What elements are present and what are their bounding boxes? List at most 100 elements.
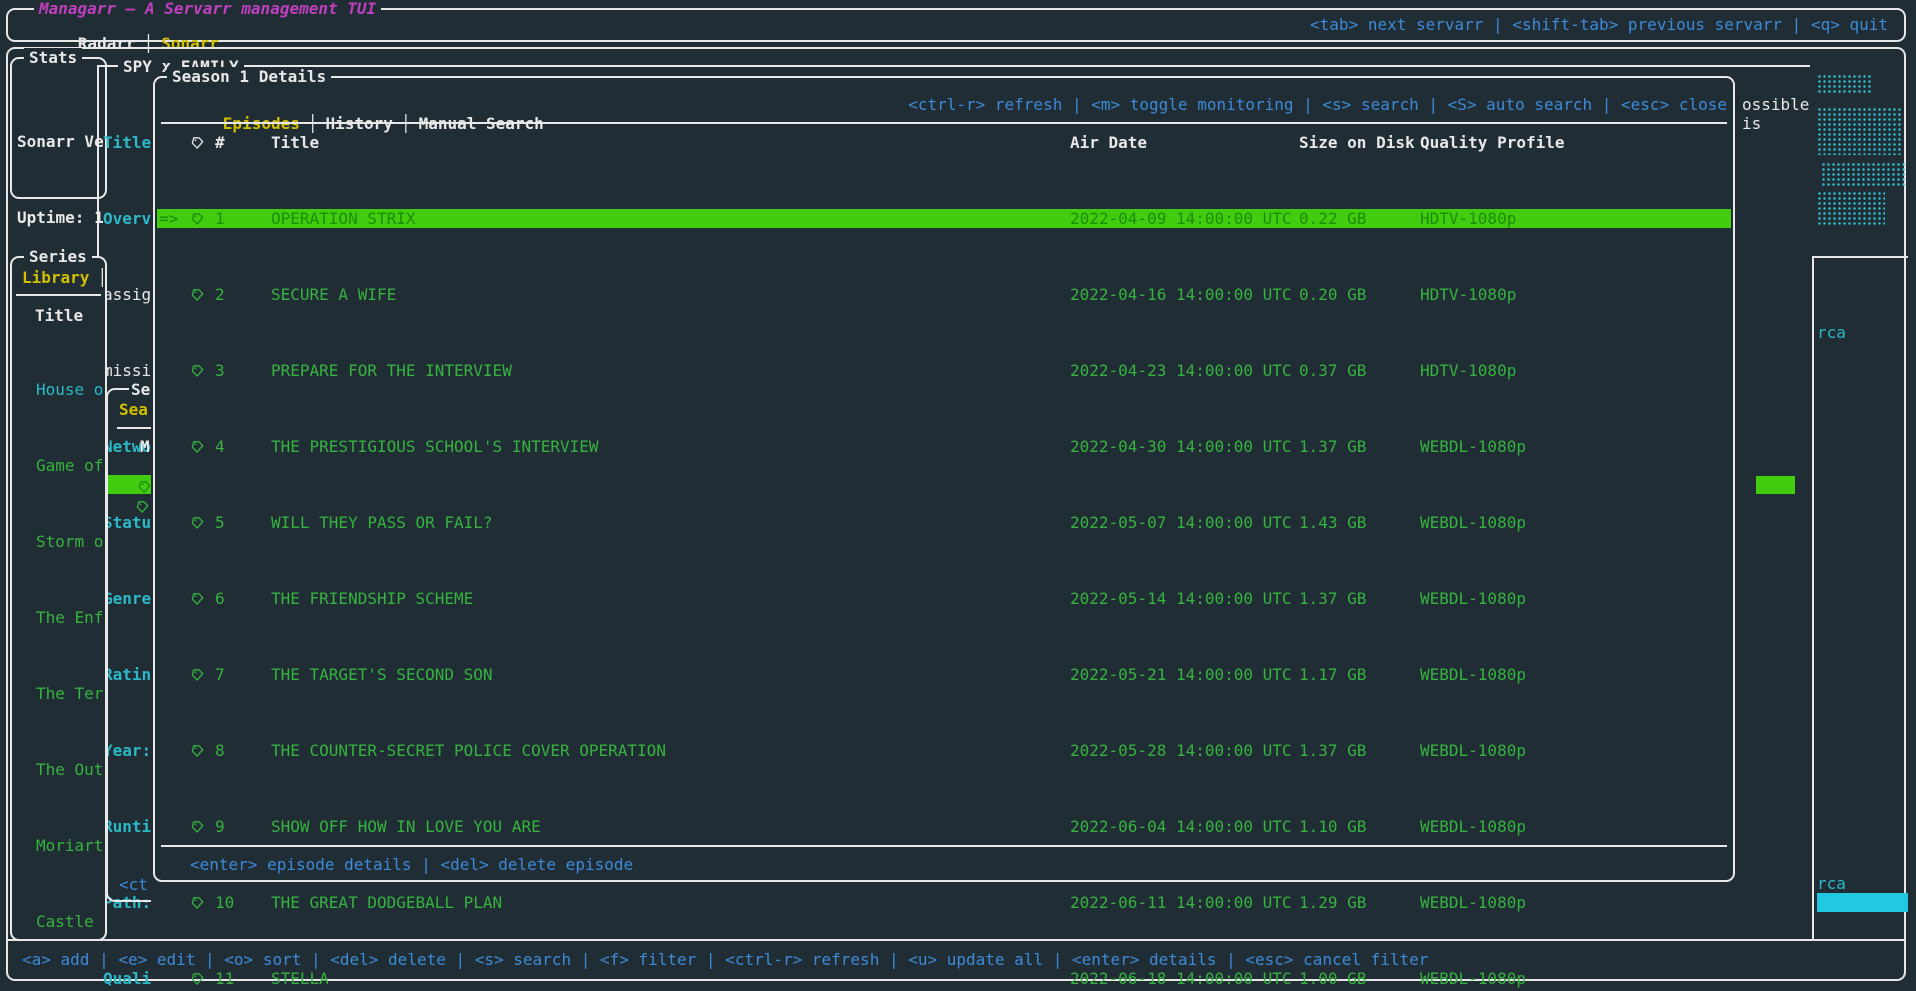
tag-icon: [179, 513, 215, 532]
episode-size: 0.22 GB: [1299, 209, 1420, 228]
episode-number: 6: [215, 589, 271, 608]
episode-air-date: 2022-05-07 14:00:00 UTC: [1070, 513, 1299, 532]
series-title: The Enf: [36, 608, 103, 627]
episode-quality: WEBDL-1080p: [1420, 437, 1731, 456]
episode-title: THE COUNTER-SECRET POLICE COVER OPERATIO…: [271, 741, 1070, 760]
episode-quality: WEBDL-1080p: [1420, 893, 1731, 912]
tag-icon: [179, 209, 215, 228]
series-list-item[interactable]: Castle: [12, 912, 104, 931]
tag-icon: [179, 817, 215, 836]
series-list-item[interactable]: The Enf: [12, 608, 104, 627]
episode-quality: WEBDL-1080p: [1420, 665, 1731, 684]
episode-air-date: 2022-06-11 14:00:00 UTC: [1070, 893, 1299, 912]
stats-panel: Stats Sonarr Ver Uptime: 17 Storage: Dis…: [10, 57, 107, 199]
poster-braille-art-block: [1817, 191, 1885, 227]
overview-text-fragment-1: ossible: [1742, 95, 1809, 114]
library-tab[interactable]: Library│: [22, 268, 115, 287]
episode-quality: WEBDL-1080p: [1420, 741, 1731, 760]
header-size: Size on Disk: [1299, 133, 1420, 152]
header-keybind-hints: <tab> next servarr | <shift-tab> previou…: [1310, 15, 1888, 34]
episode-quality: HDTV-1080p: [1420, 285, 1731, 304]
episode-size: 1.37 GB: [1299, 741, 1420, 760]
series-list-item[interactable]: Game of: [12, 456, 104, 475]
episode-title: THE PRESTIGIOUS SCHOOL'S INTERVIEW: [271, 437, 1070, 456]
header-title: Title: [271, 133, 1070, 152]
series-title: House o: [36, 380, 103, 399]
episode-air-date: 2022-06-18 14:00:00 UTC: [1070, 969, 1299, 988]
tag-icon: [136, 497, 149, 516]
tab-separator: │: [89, 268, 115, 287]
episode-number: 11: [215, 969, 271, 988]
episode-number: 3: [215, 361, 271, 380]
series-selection-highlight-fragment: [1817, 893, 1908, 912]
episode-number: 4: [215, 437, 271, 456]
episode-row[interactable]: 2 SECURE A WIFE 2022-04-16 14:00:00 UTC …: [157, 285, 1731, 304]
episode-row[interactable]: 11 STELLA 2022-06-18 14:00:00 UTC 1.00 G…: [157, 969, 1731, 988]
details-label: Quali: [103, 969, 152, 988]
series-panel-title: Series: [24, 247, 92, 266]
series-list-item[interactable]: House o: [12, 380, 104, 399]
episode-row[interactable]: 10 THE GREAT DODGEBALL PLAN 2022-06-11 1…: [157, 893, 1731, 912]
seasons-tab-fragment[interactable]: Sea: [119, 400, 148, 419]
episode-title: THE FRIENDSHIP SCHEME: [271, 589, 1070, 608]
episode-air-date: 2022-05-28 14:00:00 UTC: [1070, 741, 1299, 760]
series-list-item[interactable]: Moriart: [12, 836, 104, 855]
episode-row[interactable]: 5 WILL THEY PASS OR FAIL? 2022-05-07 14:…: [157, 513, 1731, 532]
managarr-terminal: Managarr — A Servarr management TUI Rada…: [0, 0, 1916, 991]
episode-title: SECURE A WIFE: [271, 285, 1070, 304]
episode-number: 9: [215, 817, 271, 836]
background-panel-border: [1812, 256, 1908, 258]
poster-braille-art-block: [1817, 107, 1901, 155]
series-title: The Ter: [36, 684, 103, 703]
episode-row[interactable]: 7 THE TARGET'S SECOND SON 2022-05-21 14:…: [157, 665, 1731, 684]
episode-title: PREPARE FOR THE INTERVIEW: [271, 361, 1070, 380]
tag-icon: [179, 361, 215, 380]
series-title: Storm o: [36, 532, 103, 551]
seasons-panel-border: [106, 388, 151, 902]
header-box: Managarr — A Servarr management TUI Rada…: [6, 8, 1906, 42]
header-number: #: [215, 133, 271, 152]
header-air-date: Air Date: [1070, 133, 1299, 152]
episode-table-header: # Title Air Date Size on Disk Quality Pr…: [157, 133, 1731, 152]
episode-size: 1.43 GB: [1299, 513, 1420, 532]
details-label: Overv: [103, 209, 152, 228]
details-label: missi: [103, 361, 152, 380]
episode-row[interactable]: 4 THE PRESTIGIOUS SCHOOL'S INTERVIEW 202…: [157, 437, 1731, 456]
tag-icon: [138, 477, 151, 494]
episode-number: 2: [215, 285, 271, 304]
popup-footer-keybind-hints: <enter> episode details | <del> delete e…: [190, 855, 633, 874]
tag-icon: [179, 437, 215, 456]
tag-icon: [179, 285, 215, 304]
series-list-item[interactable]: The Out: [12, 760, 104, 779]
selected-season-row-fragment[interactable]: =>: [108, 475, 151, 494]
episode-size: 1.37 GB: [1299, 437, 1420, 456]
episode-air-date: 2022-04-09 14:00:00 UTC: [1070, 209, 1299, 228]
selection-marker: [15, 532, 36, 551]
episode-row[interactable]: 6 THE FRIENDSHIP SCHEME 2022-05-14 14:00…: [157, 589, 1731, 608]
episode-air-date: 2022-06-04 14:00:00 UTC: [1070, 817, 1299, 836]
episode-row[interactable]: 8 THE COUNTER-SECRET POLICE COVER OPERAT…: [157, 741, 1731, 760]
episode-air-date: 2022-05-21 14:00:00 UTC: [1070, 665, 1299, 684]
selection-marker: =>: [157, 209, 179, 228]
selection-marker: [15, 912, 36, 931]
season-selection-highlight-fragment: [1756, 476, 1795, 494]
episode-air-date: 2022-05-14 14:00:00 UTC: [1070, 589, 1299, 608]
series-title: The Out: [36, 760, 103, 779]
episode-quality: WEBDL-1080p: [1420, 513, 1731, 532]
poster-braille-art-block: [1817, 74, 1873, 94]
tag-icon: [179, 133, 215, 152]
series-list-item[interactable]: Storm o: [12, 532, 104, 551]
header-quality: Quality Profile: [1420, 133, 1731, 152]
details-label: assig: [103, 285, 152, 304]
episode-quality: HDTV-1080p: [1420, 209, 1731, 228]
series-title: Moriart: [36, 836, 103, 855]
background-text-fragment: rca: [1817, 874, 1846, 893]
episode-row[interactable]: 3 PREPARE FOR THE INTERVIEW 2022-04-23 1…: [157, 361, 1731, 380]
episode-row[interactable]: 9 SHOW OFF HOW IN LOVE YOU ARE 2022-06-0…: [157, 817, 1731, 836]
series-list: House o Game of Storm o The Enf The Ter: [12, 323, 104, 991]
episode-number: 10: [215, 893, 271, 912]
tag-icon: [179, 969, 215, 988]
episode-size: 1.10 GB: [1299, 817, 1420, 836]
episode-row[interactable]: => 1 OPERATION STRIX 2022-04-09 14:00:00…: [157, 209, 1731, 228]
series-list-item[interactable]: The Ter: [12, 684, 104, 703]
